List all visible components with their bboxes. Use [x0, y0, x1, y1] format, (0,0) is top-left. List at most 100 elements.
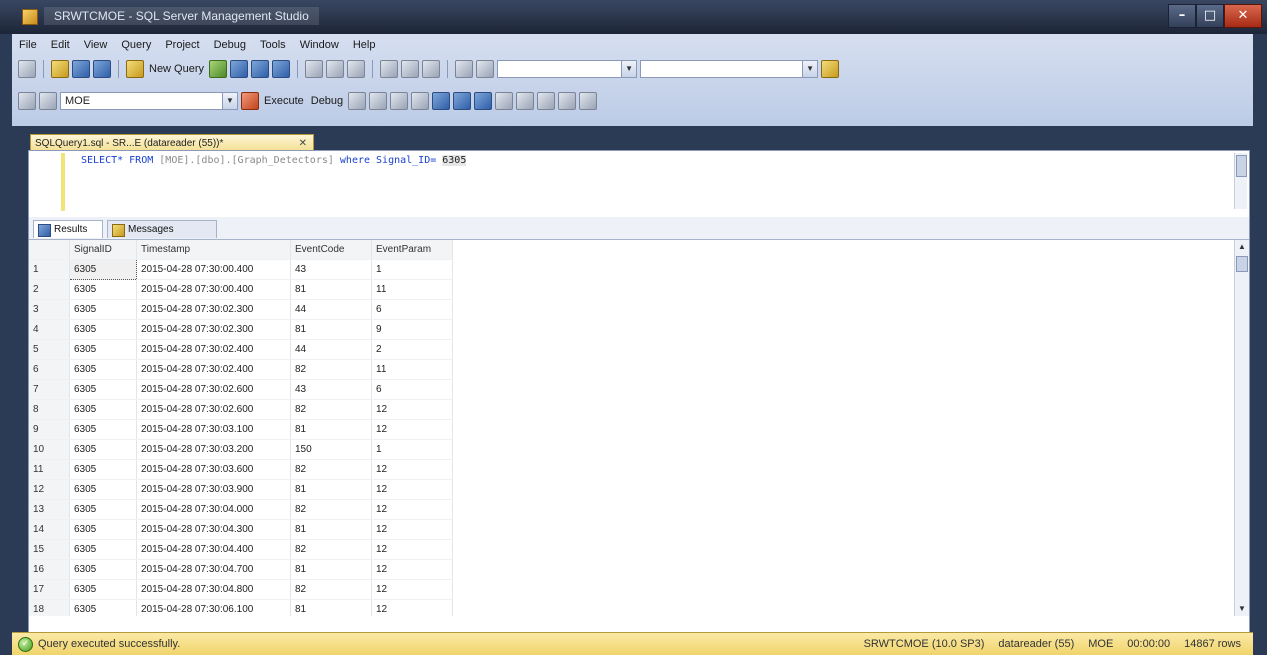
uncomment-icon[interactable] [516, 92, 535, 110]
eventcode-cell[interactable]: 81 [290, 599, 372, 616]
signalid-cell[interactable]: 6305 [69, 419, 137, 440]
timestamp-cell[interactable]: 2015-04-28 07:30:02.600 [136, 399, 291, 420]
find-combo[interactable]: ▼ [640, 60, 819, 78]
timestamp-cell[interactable]: 2015-04-28 07:30:04.700 [136, 559, 291, 580]
execute-button[interactable]: Execute [262, 95, 306, 107]
results-grid[interactable]: SignalID Timestamp EventCode EventParam … [29, 240, 1249, 616]
eventparam-cell[interactable]: 12 [371, 419, 453, 440]
eventcode-cell[interactable]: 82 [290, 359, 372, 380]
eventcode-cell[interactable]: 43 [290, 259, 372, 280]
table-row[interactable]: 12 6305 2015-04-28 07:30:03.900 81 12 [29, 479, 453, 500]
table-row[interactable]: 4 6305 2015-04-28 07:30:02.300 81 9 [29, 319, 453, 340]
eventparam-cell[interactable]: 12 [371, 599, 453, 616]
eventparam-cell[interactable]: 12 [371, 559, 453, 580]
row-number-cell[interactable]: 11 [29, 459, 70, 480]
decrease-indent-icon[interactable] [537, 92, 556, 110]
row-number-cell[interactable]: 3 [29, 299, 70, 320]
tab-results[interactable]: Results [33, 220, 103, 238]
signalid-cell[interactable]: 6305 [69, 279, 137, 300]
signalid-cell[interactable]: 6305 [69, 519, 137, 540]
eventparam-cell[interactable]: 12 [371, 479, 453, 500]
row-number-cell[interactable]: 8 [29, 399, 70, 420]
scroll-up-icon[interactable]: ▲ [1235, 240, 1249, 254]
save-icon[interactable] [72, 60, 90, 78]
eventparam-cell[interactable]: 6 [371, 299, 453, 320]
copy-icon[interactable] [326, 60, 345, 78]
eventcode-cell[interactable]: 81 [290, 559, 372, 580]
row-number-cell[interactable]: 14 [29, 519, 70, 540]
scroll-thumb[interactable] [1236, 155, 1247, 177]
start-icon[interactable] [476, 60, 495, 78]
database-engine-query-icon[interactable] [209, 60, 228, 78]
eventparam-cell[interactable]: 12 [371, 539, 453, 560]
eventcode-cell[interactable]: 43 [290, 379, 372, 400]
timestamp-cell[interactable]: 2015-04-28 07:30:04.400 [136, 539, 291, 560]
row-number-cell[interactable]: 1 [29, 259, 70, 280]
paste-icon[interactable] [347, 60, 366, 78]
row-number-cell[interactable]: 10 [29, 439, 70, 460]
signalid-cell[interactable]: 6305 [69, 339, 137, 360]
menu-window[interactable]: Window [293, 36, 346, 54]
timestamp-cell[interactable]: 2015-04-28 07:30:02.300 [136, 319, 291, 340]
timestamp-cell[interactable]: 2015-04-28 07:30:03.900 [136, 479, 291, 500]
mdx-query-icon[interactable] [251, 60, 270, 78]
signalid-cell[interactable]: 6305 [69, 459, 137, 480]
menu-project[interactable]: Project [158, 36, 206, 54]
change-connection-icon[interactable] [39, 92, 57, 110]
menu-tools[interactable]: Tools [253, 36, 293, 54]
timestamp-cell[interactable]: 2015-04-28 07:30:03.100 [136, 419, 291, 440]
cancel-query-icon[interactable] [348, 92, 367, 110]
eventparam-cell[interactable]: 9 [371, 319, 453, 340]
table-row[interactable]: 14 6305 2015-04-28 07:30:04.300 81 12 [29, 519, 453, 540]
tab-messages[interactable]: Messages [107, 220, 217, 238]
signalid-cell[interactable]: 6305 [69, 319, 137, 340]
table-row[interactable]: 1 6305 2015-04-28 07:30:00.400 43 1 [29, 259, 453, 280]
timestamp-cell[interactable]: 2015-04-28 07:30:02.400 [136, 359, 291, 380]
table-row[interactable]: 5 6305 2015-04-28 07:30:02.400 44 2 [29, 339, 453, 360]
dmx-query-icon[interactable] [272, 60, 291, 78]
row-number-cell[interactable]: 16 [29, 559, 70, 580]
timestamp-cell[interactable]: 2015-04-28 07:30:02.400 [136, 339, 291, 360]
save-all-icon[interactable] [93, 60, 111, 78]
table-row[interactable]: 8 6305 2015-04-28 07:30:02.600 82 12 [29, 399, 453, 420]
row-number-cell[interactable]: 2 [29, 279, 70, 300]
timestamp-cell[interactable]: 2015-04-28 07:30:03.200 [136, 439, 291, 460]
table-row[interactable]: 2 6305 2015-04-28 07:30:00.400 81 11 [29, 279, 453, 300]
timestamp-cell[interactable]: 2015-04-28 07:30:03.600 [136, 459, 291, 480]
eventparam-cell[interactable]: 1 [371, 259, 453, 280]
query-designer-icon[interactable] [411, 92, 430, 110]
eventcode-cell[interactable]: 81 [290, 319, 372, 340]
eventcode-cell[interactable]: 82 [290, 499, 372, 520]
table-row[interactable]: 18 6305 2015-04-28 07:30:06.100 81 12 [29, 599, 453, 616]
eventparam-cell[interactable]: 12 [371, 459, 453, 480]
row-number-cell[interactable]: 12 [29, 479, 70, 500]
table-row[interactable]: 7 6305 2015-04-28 07:30:02.600 43 6 [29, 379, 453, 400]
timestamp-cell[interactable]: 2015-04-28 07:30:04.300 [136, 519, 291, 540]
redo-icon[interactable] [401, 60, 420, 78]
row-number-cell[interactable]: 4 [29, 319, 70, 340]
signalid-cell[interactable]: 6305 [69, 539, 137, 560]
table-row[interactable]: 15 6305 2015-04-28 07:30:04.400 82 12 [29, 539, 453, 560]
menu-help[interactable]: Help [346, 36, 383, 54]
eventcode-cell[interactable]: 81 [290, 519, 372, 540]
row-number-cell[interactable]: 13 [29, 499, 70, 520]
timestamp-cell[interactable]: 2015-04-28 07:30:02.300 [136, 299, 291, 320]
menu-view[interactable]: View [77, 36, 115, 54]
open-file-icon[interactable] [51, 60, 69, 78]
navigate-icon[interactable] [422, 60, 441, 78]
signalid-cell[interactable]: 6305 [69, 479, 137, 500]
row-number-cell[interactable]: 6 [29, 359, 70, 380]
eventcode-cell[interactable]: 81 [290, 479, 372, 500]
menu-edit[interactable]: Edit [44, 36, 77, 54]
column-header-eventcode[interactable]: EventCode [290, 240, 372, 260]
grid-scrollbar[interactable]: ▲ ▼ [1234, 240, 1249, 616]
debug-button[interactable]: Debug [309, 95, 345, 107]
table-row[interactable]: 16 6305 2015-04-28 07:30:04.700 81 12 [29, 559, 453, 580]
timestamp-cell[interactable]: 2015-04-28 07:30:00.400 [136, 279, 291, 300]
parse-icon[interactable] [369, 92, 388, 110]
table-row[interactable]: 13 6305 2015-04-28 07:30:04.000 82 12 [29, 499, 453, 520]
close-window-button[interactable]: ✕ [1224, 4, 1262, 28]
table-row[interactable]: 17 6305 2015-04-28 07:30:04.800 82 12 [29, 579, 453, 600]
eventcode-cell[interactable]: 82 [290, 459, 372, 480]
row-number-cell[interactable]: 7 [29, 379, 70, 400]
